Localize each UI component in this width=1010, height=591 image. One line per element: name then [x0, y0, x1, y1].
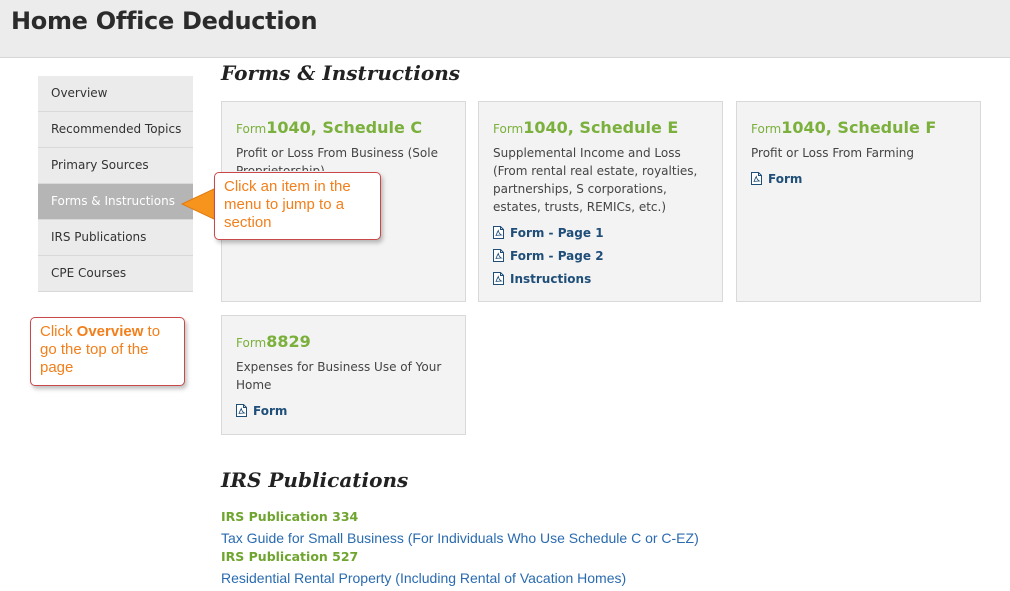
- sidebar-item-overview[interactable]: Overview: [38, 76, 193, 112]
- form-description: Profit or Loss From Business (Sole Propr…: [236, 146, 438, 171]
- overview-tip-callout: Click Overview to go the top of the page: [30, 317, 185, 386]
- overview-tip-text: Click: [40, 323, 77, 340]
- publications-section-title: IRS Publications: [221, 468, 409, 492]
- pdf-file-icon: [493, 272, 504, 285]
- form-heading: Form1040, Schedule C: [236, 118, 451, 138]
- form-link[interactable]: Form: [751, 167, 966, 190]
- form-heading: Form1040, Schedule E: [493, 118, 708, 138]
- pdf-file-icon: [236, 404, 247, 417]
- link-label: Instructions: [510, 271, 592, 286]
- page-header: Home Office Deduction: [0, 0, 1010, 58]
- link-label: Form: [253, 403, 288, 418]
- link-label: Form - Page 2: [510, 248, 604, 263]
- pdf-file-icon: [493, 226, 504, 239]
- menu-tip-callout: Click an item in the menu to jump to a s…: [214, 172, 381, 240]
- form-links: Form: [751, 167, 966, 190]
- form-card-8829: Form8829 Expenses for Business Use of Yo…: [221, 315, 466, 435]
- publication-link[interactable]: Tax Guide for Small Business (For Indivi…: [221, 528, 699, 548]
- form-prefix: Form: [493, 122, 524, 136]
- form-link[interactable]: Form - Page 1: [493, 221, 708, 244]
- form-card-schedule-f: Form1040, Schedule F Profit or Loss From…: [736, 101, 981, 302]
- sidebar-item-recommended-topics[interactable]: Recommended Topics: [38, 112, 193, 148]
- form-card-schedule-e: Form1040, Schedule E Supplemental Income…: [478, 101, 723, 302]
- callout-arrow: [180, 187, 217, 221]
- form-links: Form: [236, 399, 451, 422]
- publication-link[interactable]: Residential Rental Property (Including R…: [221, 568, 699, 588]
- form-name: 1040, Schedule C: [266, 118, 423, 137]
- form-description: Profit or Loss From Farming: [751, 146, 915, 160]
- form-name: 1040, Schedule E: [523, 118, 679, 137]
- publication-title: IRS Publication 334: [221, 509, 359, 524]
- form-description: Supplemental Income and Loss (From renta…: [493, 146, 698, 214]
- sidebar-item-cpe-courses[interactable]: CPE Courses: [38, 256, 193, 292]
- form-link[interactable]: Form - Page 2: [493, 244, 708, 267]
- forms-section-title: Forms & Instructions: [221, 61, 461, 85]
- form-name: 8829: [266, 332, 311, 351]
- form-prefix: Form: [236, 336, 267, 350]
- sidebar-item-forms-instructions[interactable]: Forms & Instructions: [38, 184, 193, 220]
- pdf-file-icon: [751, 172, 762, 185]
- publication-title: IRS Publication 527: [221, 549, 359, 564]
- link-label: Form: [768, 171, 803, 186]
- side-navigation: Overview Recommended Topics Primary Sour…: [38, 76, 193, 292]
- form-prefix: Form: [236, 122, 267, 136]
- publications-list: IRS Publication 334 Tax Guide for Small …: [221, 508, 699, 588]
- overview-tip-bold: Overview: [76, 323, 144, 340]
- sidebar-item-irs-publications[interactable]: IRS Publications: [38, 220, 193, 256]
- page-title: Home Office Deduction: [11, 7, 318, 35]
- instructions-link[interactable]: Instructions: [493, 267, 708, 290]
- pdf-file-icon: [493, 249, 504, 262]
- form-link[interactable]: Form: [236, 399, 451, 422]
- link-label: Form - Page 1: [510, 225, 604, 240]
- form-heading: Form1040, Schedule F: [751, 118, 966, 138]
- form-links: Form - Page 1 Form - Page 2 Instructions: [493, 221, 708, 290]
- form-prefix: Form: [751, 122, 782, 136]
- form-heading: Form8829: [236, 332, 451, 352]
- form-name: 1040, Schedule F: [781, 118, 937, 137]
- sidebar-item-primary-sources[interactable]: Primary Sources: [38, 148, 193, 184]
- form-description: Expenses for Business Use of Your Home: [236, 360, 442, 392]
